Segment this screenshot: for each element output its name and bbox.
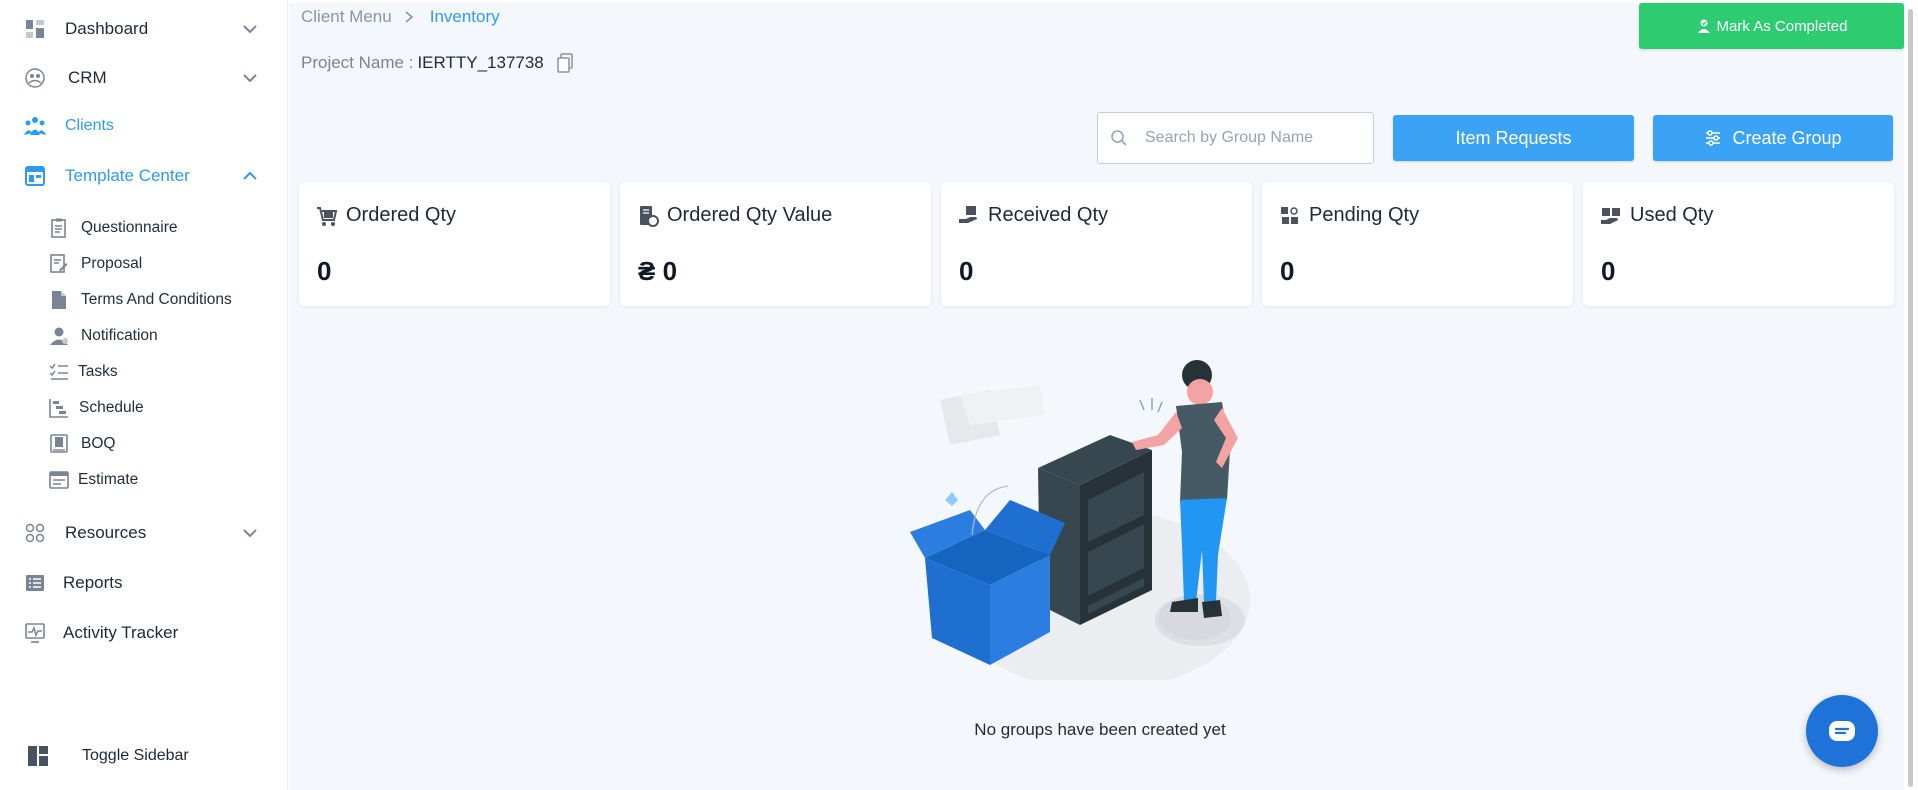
breadcrumb: Client Menu Inventory bbox=[301, 7, 500, 27]
boxes-icon bbox=[1281, 207, 1298, 224]
sidebar-item-label: Resources bbox=[65, 523, 147, 542]
clients-icon bbox=[23, 114, 47, 138]
tasks-icon bbox=[48, 361, 70, 383]
sidebar-item-resources[interactable]: Resources bbox=[0, 513, 288, 553]
sliders-icon bbox=[1706, 130, 1721, 146]
completed-icon bbox=[1697, 19, 1710, 33]
sidebar-subitem-label: Proposal bbox=[81, 255, 143, 272]
chat-icon bbox=[1829, 721, 1855, 741]
sidebar-subitem-label: Estimate bbox=[78, 471, 139, 488]
sidebar-item-label: Template Center bbox=[65, 166, 190, 185]
toggle-sidebar-icon bbox=[26, 744, 50, 768]
dashboard-icon bbox=[23, 17, 47, 41]
sidebar-item-clients[interactable]: Clients bbox=[0, 106, 288, 146]
activity-tracker-icon bbox=[23, 621, 47, 645]
empty-shelf-illustration bbox=[910, 360, 1250, 680]
stat-card-received-qty: Received Qty 0 bbox=[941, 182, 1252, 306]
toggle-sidebar-label: Toggle Sidebar bbox=[82, 747, 189, 764]
schedule-icon bbox=[48, 397, 70, 419]
mark-as-completed-button[interactable]: Mark As Completed bbox=[1639, 3, 1904, 49]
sidebar-subitem-label: Schedule bbox=[79, 399, 144, 416]
proposal-icon bbox=[48, 253, 70, 275]
stat-title: Used Qty bbox=[1630, 204, 1714, 226]
chevron-down-icon bbox=[243, 25, 257, 34]
stat-value: ₴ 0 bbox=[638, 256, 678, 286]
project-name: Project Name : IERTTY_137738 bbox=[301, 53, 574, 73]
item-requests-button[interactable]: Item Requests bbox=[1393, 115, 1634, 161]
chat-widget-button[interactable] bbox=[1806, 695, 1878, 767]
vertical-scrollbar[interactable] bbox=[1904, 3, 1918, 790]
crm-icon bbox=[23, 66, 47, 90]
search-icon bbox=[1111, 130, 1127, 146]
sidebar-subitem-schedule[interactable]: Schedule bbox=[0, 392, 288, 424]
sidebar-item-label: Reports bbox=[63, 573, 123, 592]
sidebar-item-label: Clients bbox=[65, 117, 114, 134]
resources-icon bbox=[23, 521, 47, 545]
notification-icon bbox=[48, 325, 70, 347]
sidebar-subitem-label: BOQ bbox=[81, 435, 116, 452]
sidebar-item-label: CRM bbox=[68, 68, 107, 87]
chevron-right-icon bbox=[405, 11, 413, 23]
breadcrumb-parent-link[interactable]: Client Menu bbox=[301, 7, 392, 27]
create-group-label: Create Group bbox=[1732, 127, 1842, 148]
chevron-down-icon bbox=[243, 74, 257, 83]
stat-title: Pending Qty bbox=[1309, 204, 1420, 226]
empty-state-message: No groups have been created yet bbox=[974, 720, 1226, 739]
copy-icon[interactable] bbox=[556, 53, 574, 73]
sidebar-item-dashboard[interactable]: Dashboard bbox=[0, 9, 288, 49]
create-group-button[interactable]: Create Group bbox=[1653, 115, 1893, 161]
sidebar-subitem-boq[interactable]: BOQ bbox=[0, 428, 288, 460]
stat-value: 0 bbox=[1601, 256, 1616, 286]
stat-card-ordered-qty: Ordered Qty 0 bbox=[299, 182, 610, 306]
sidebar-item-crm[interactable]: CRM bbox=[0, 58, 288, 98]
stat-value: 0 bbox=[959, 256, 974, 286]
stat-card-ordered-qty-value: Ordered Qty Value ₴ 0 bbox=[620, 182, 931, 306]
document-icon bbox=[48, 289, 70, 311]
project-name-value: IERTTY_137738 bbox=[417, 53, 544, 72]
mark-as-completed-label: Mark As Completed bbox=[1716, 17, 1848, 35]
chevron-down-icon bbox=[243, 529, 257, 538]
sidebar-item-label: Dashboard bbox=[65, 19, 149, 38]
project-name-label: Project Name : bbox=[301, 53, 414, 72]
cart-icon bbox=[317, 207, 338, 226]
search-input[interactable] bbox=[1145, 113, 1365, 163]
stat-value: 0 bbox=[1280, 256, 1295, 286]
bill-icon bbox=[640, 206, 659, 227]
template-center-icon bbox=[23, 164, 47, 188]
sidebar-item-activity-tracker[interactable]: Activity Tracker bbox=[0, 613, 288, 653]
scrollbar-thumb[interactable] bbox=[1908, 9, 1913, 787]
breadcrumb-current: Inventory bbox=[429, 7, 500, 26]
group-search bbox=[1097, 112, 1374, 164]
sidebar-subitem-terms[interactable]: Terms And Conditions bbox=[0, 284, 288, 316]
hand-box-icon bbox=[959, 206, 977, 223]
item-requests-label: Item Requests bbox=[1455, 127, 1572, 148]
sidebar-subitem-label: Terms And Conditions bbox=[81, 291, 232, 308]
stat-value: 0 bbox=[317, 256, 332, 286]
used-box-icon bbox=[1601, 208, 1620, 224]
sidebar-subitem-tasks[interactable]: Tasks bbox=[0, 356, 288, 388]
sidebar-subitem-questionnaire[interactable]: Questionnaire bbox=[0, 212, 288, 244]
stat-card-pending-qty: Pending Qty 0 bbox=[1262, 182, 1573, 306]
sidebar: Dashboard CRM Clients Template Center Qu… bbox=[0, 0, 288, 790]
stat-title: Received Qty bbox=[988, 204, 1109, 226]
chevron-up-icon bbox=[243, 171, 257, 180]
questionnaire-icon bbox=[48, 217, 70, 239]
toggle-sidebar-button[interactable]: Toggle Sidebar bbox=[0, 736, 288, 776]
sidebar-item-reports[interactable]: Reports bbox=[0, 563, 288, 603]
sidebar-subitem-notification[interactable]: Notification bbox=[0, 320, 288, 352]
sidebar-subitem-estimate[interactable]: Estimate bbox=[0, 464, 288, 496]
sidebar-subitem-proposal[interactable]: Proposal bbox=[0, 248, 288, 280]
stat-title: Ordered Qty Value bbox=[667, 204, 833, 226]
sidebar-item-template-center[interactable]: Template Center bbox=[0, 156, 288, 196]
sidebar-subitem-label: Questionnaire bbox=[81, 219, 178, 236]
stat-title: Ordered Qty bbox=[346, 204, 457, 226]
stat-card-used-qty: Used Qty 0 bbox=[1583, 182, 1894, 306]
reports-icon bbox=[23, 571, 47, 595]
estimate-icon bbox=[48, 469, 70, 491]
sidebar-item-label: Activity Tracker bbox=[63, 623, 179, 642]
boq-icon bbox=[48, 433, 70, 455]
sidebar-subitem-label: Notification bbox=[81, 327, 158, 344]
sidebar-subitem-label: Tasks bbox=[78, 363, 118, 380]
